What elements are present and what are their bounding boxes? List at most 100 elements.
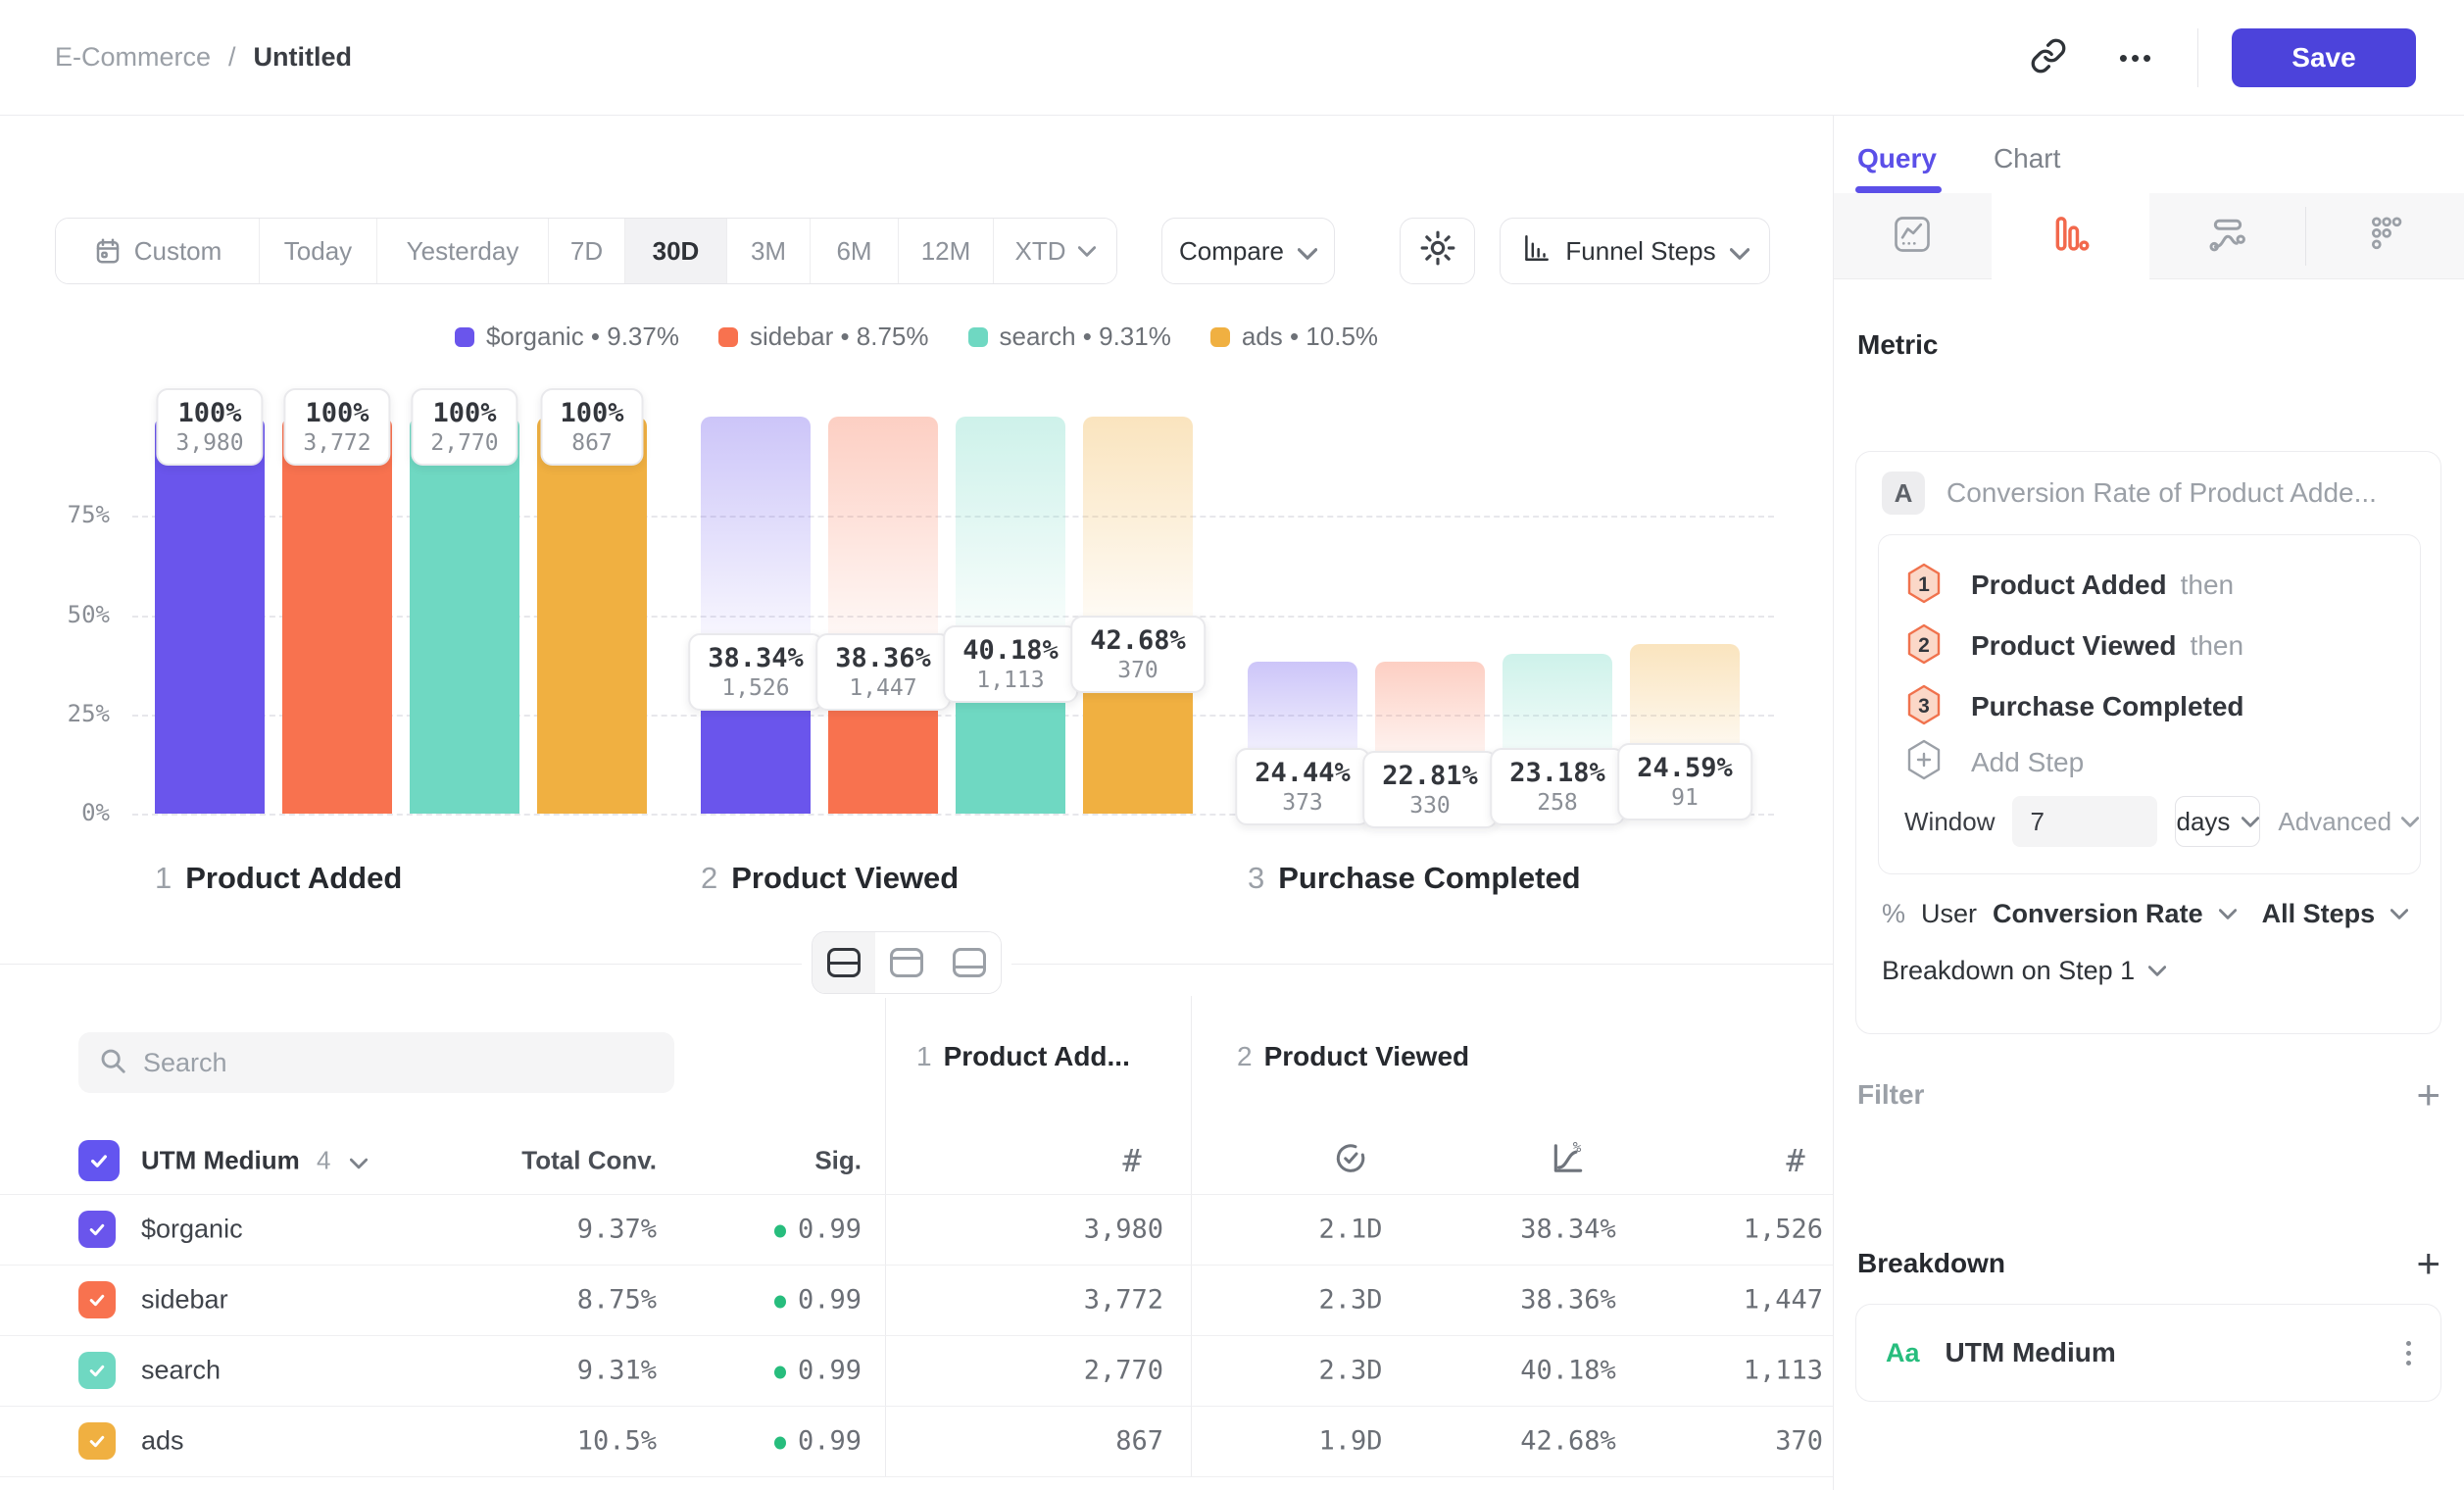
table-row-search[interactable]: search 9.31% 0.99 2,770 2.3D 40.18% 1,11…	[0, 1335, 1833, 1406]
measure-scope[interactable]: All Steps	[2262, 899, 2376, 929]
chart-type-flow-tab[interactable]	[2149, 193, 2307, 279]
legend-item-sidebar[interactable]: sidebar • 8.75%	[718, 322, 929, 352]
row-checkbox[interactable]	[78, 1281, 116, 1318]
bar-value-label: 100%867	[540, 388, 643, 466]
count-column-icon[interactable]: #	[1786, 1142, 1804, 1179]
search-input[interactable]	[143, 1048, 655, 1078]
advanced-toggle[interactable]: Advanced	[2278, 807, 2419, 837]
total-conv-header[interactable]: Total Conv.	[521, 1146, 657, 1176]
breadcrumb-report-title[interactable]: Untitled	[254, 42, 353, 73]
chart-settings-button[interactable]	[1400, 218, 1475, 284]
sig-dot	[774, 1296, 786, 1309]
metric-card: A Conversion Rate of Product Adde... 1 P…	[1855, 451, 2441, 1034]
funnel-bar-sidebar-step1[interactable]	[282, 417, 392, 814]
row-name: search	[141, 1356, 221, 1386]
range-7d[interactable]: 7D	[549, 219, 625, 283]
funnel-bar-remainder[interactable]	[701, 417, 811, 662]
add-breakdown-button[interactable]: +	[2416, 1243, 2440, 1284]
step-number-hexagon: 2	[1904, 622, 1944, 670]
measure-type-icon[interactable]: %	[1882, 899, 1905, 929]
table-row-sidebar[interactable]: sidebar 8.75% 0.99 3,772 2.3D 38.36% 1,4…	[0, 1265, 1833, 1335]
select-all-checkbox[interactable]	[78, 1140, 120, 1181]
legend-item-search[interactable]: search • 9.31%	[968, 322, 1171, 352]
funnel-bar-search-step1[interactable]	[410, 417, 519, 814]
layout-table-only-button[interactable]	[938, 932, 1001, 993]
window-label: Window	[1904, 807, 1995, 837]
sig-header[interactable]: Sig.	[814, 1146, 862, 1176]
breakdown-column-header[interactable]: UTM Medium 4	[141, 1146, 368, 1176]
range-6m[interactable]: 6M	[811, 219, 899, 283]
split-horizontal-icon	[827, 948, 861, 977]
table-group-step1[interactable]: 1 Product Add...	[916, 1041, 1130, 1072]
layout-chart-only-button[interactable]	[875, 932, 938, 993]
sig-dot	[774, 1366, 786, 1379]
row-step1-count: 867	[1115, 1426, 1163, 1457]
layout-split-button[interactable]	[813, 932, 875, 993]
table-group-step2[interactable]: 2 Product Viewed	[1237, 1041, 1469, 1072]
chart-type-tabs	[1834, 193, 2464, 279]
row-step2-count: 1,447	[1744, 1285, 1823, 1316]
step-label-1[interactable]: 1Product Added	[155, 861, 402, 896]
range-yesterday[interactable]: Yesterday	[377, 219, 549, 283]
panel-bottom-icon	[953, 948, 986, 977]
gridline	[132, 516, 1774, 518]
window-value-input[interactable]	[2012, 796, 2157, 847]
legend-item-ads[interactable]: ads • 10.5%	[1210, 322, 1378, 352]
range-3m[interactable]: 3M	[727, 219, 811, 283]
conversion-column-icon[interactable]: %	[1550, 1140, 1587, 1182]
table-row-ads[interactable]: ads 10.5% 0.99 867 1.9D 42.68% 370	[0, 1406, 1833, 1476]
chart-type-selector[interactable]: Funnel Steps	[1500, 218, 1770, 284]
step-label-2[interactable]: 2Product Viewed	[701, 861, 959, 896]
query-step-3[interactable]: 3 Purchase Completed	[1904, 676, 2394, 737]
funnel-bar-remainder[interactable]	[828, 417, 938, 662]
tab-query[interactable]: Query	[1857, 143, 1937, 174]
chart-type-funnel-tab[interactable]	[1992, 193, 2149, 279]
add-filter-button[interactable]: +	[2416, 1074, 2440, 1116]
query-step-1[interactable]: 1 Product Added then	[1904, 555, 2394, 616]
svg-text:1: 1	[1918, 573, 1930, 596]
query-step-2[interactable]: 2 Product Viewed then	[1904, 616, 2394, 676]
range-12m[interactable]: 12M	[899, 219, 994, 283]
row-checkbox[interactable]	[78, 1211, 116, 1248]
funnel-bar-remainder[interactable]	[956, 417, 1065, 654]
funnel-bar-organic-step1[interactable]	[155, 417, 265, 814]
kebab-menu-icon[interactable]	[2406, 1341, 2411, 1366]
step-label-3[interactable]: 3Purchase Completed	[1248, 861, 1581, 896]
avg-time-column-icon[interactable]	[1333, 1141, 1368, 1181]
table-row-organic[interactable]: $organic 9.37% 0.99 3,980 2.1D 38.34% 1,…	[0, 1194, 1833, 1265]
measure-metric[interactable]: Conversion Rate	[1993, 899, 2203, 929]
sig-dot	[774, 1225, 786, 1238]
funnel-bar-remainder[interactable]	[1083, 417, 1193, 644]
y-axis-tick: 50%	[41, 601, 110, 628]
compare-button[interactable]: Compare	[1161, 218, 1335, 284]
breadcrumb-project[interactable]: E-Commerce	[55, 42, 211, 73]
dots-grid-icon	[2363, 212, 2408, 262]
row-checkbox[interactable]	[78, 1352, 116, 1389]
row-total-conv: 9.37%	[577, 1215, 657, 1245]
metric-title[interactable]: Conversion Rate of Product Adde...	[1947, 477, 2377, 509]
string-property-icon: Aa	[1886, 1338, 1920, 1368]
more-options-button[interactable]: •••	[2109, 30, 2164, 85]
tab-chart[interactable]: Chart	[1994, 143, 2060, 174]
range-30d[interactable]: 30D	[625, 219, 727, 283]
measure-user[interactable]: User	[1921, 899, 1977, 929]
range-xtd[interactable]: XTD	[994, 219, 1116, 283]
add-step-button[interactable]: Add Step	[1904, 737, 2394, 788]
svg-text:%: %	[1573, 1140, 1582, 1156]
share-link-button[interactable]	[2021, 30, 2076, 85]
ellipsis-icon: •••	[2119, 43, 2154, 74]
chart-type-breakdown-tab[interactable]	[2306, 193, 2464, 279]
funnel-bars-icon	[2047, 212, 2093, 262]
legend-item-organic[interactable]: $organic • 9.37%	[455, 322, 679, 352]
save-button[interactable]: Save	[2232, 28, 2416, 87]
range-custom[interactable]: Custom	[56, 219, 260, 283]
chart-type-line-tab[interactable]	[1834, 193, 1992, 279]
range-today[interactable]: Today	[260, 219, 377, 283]
breakdown-on-step-select[interactable]: Breakdown on Step 1	[1882, 956, 2166, 986]
funnel-bar-ads-step1[interactable]	[537, 417, 647, 814]
row-checkbox[interactable]	[78, 1422, 116, 1460]
window-unit-select[interactable]: days	[2175, 796, 2260, 847]
count-column-icon[interactable]: #	[1122, 1142, 1141, 1179]
breakdown-property-card[interactable]: Aa UTM Medium	[1855, 1304, 2441, 1402]
filter-heading: Filter	[1857, 1079, 1924, 1111]
